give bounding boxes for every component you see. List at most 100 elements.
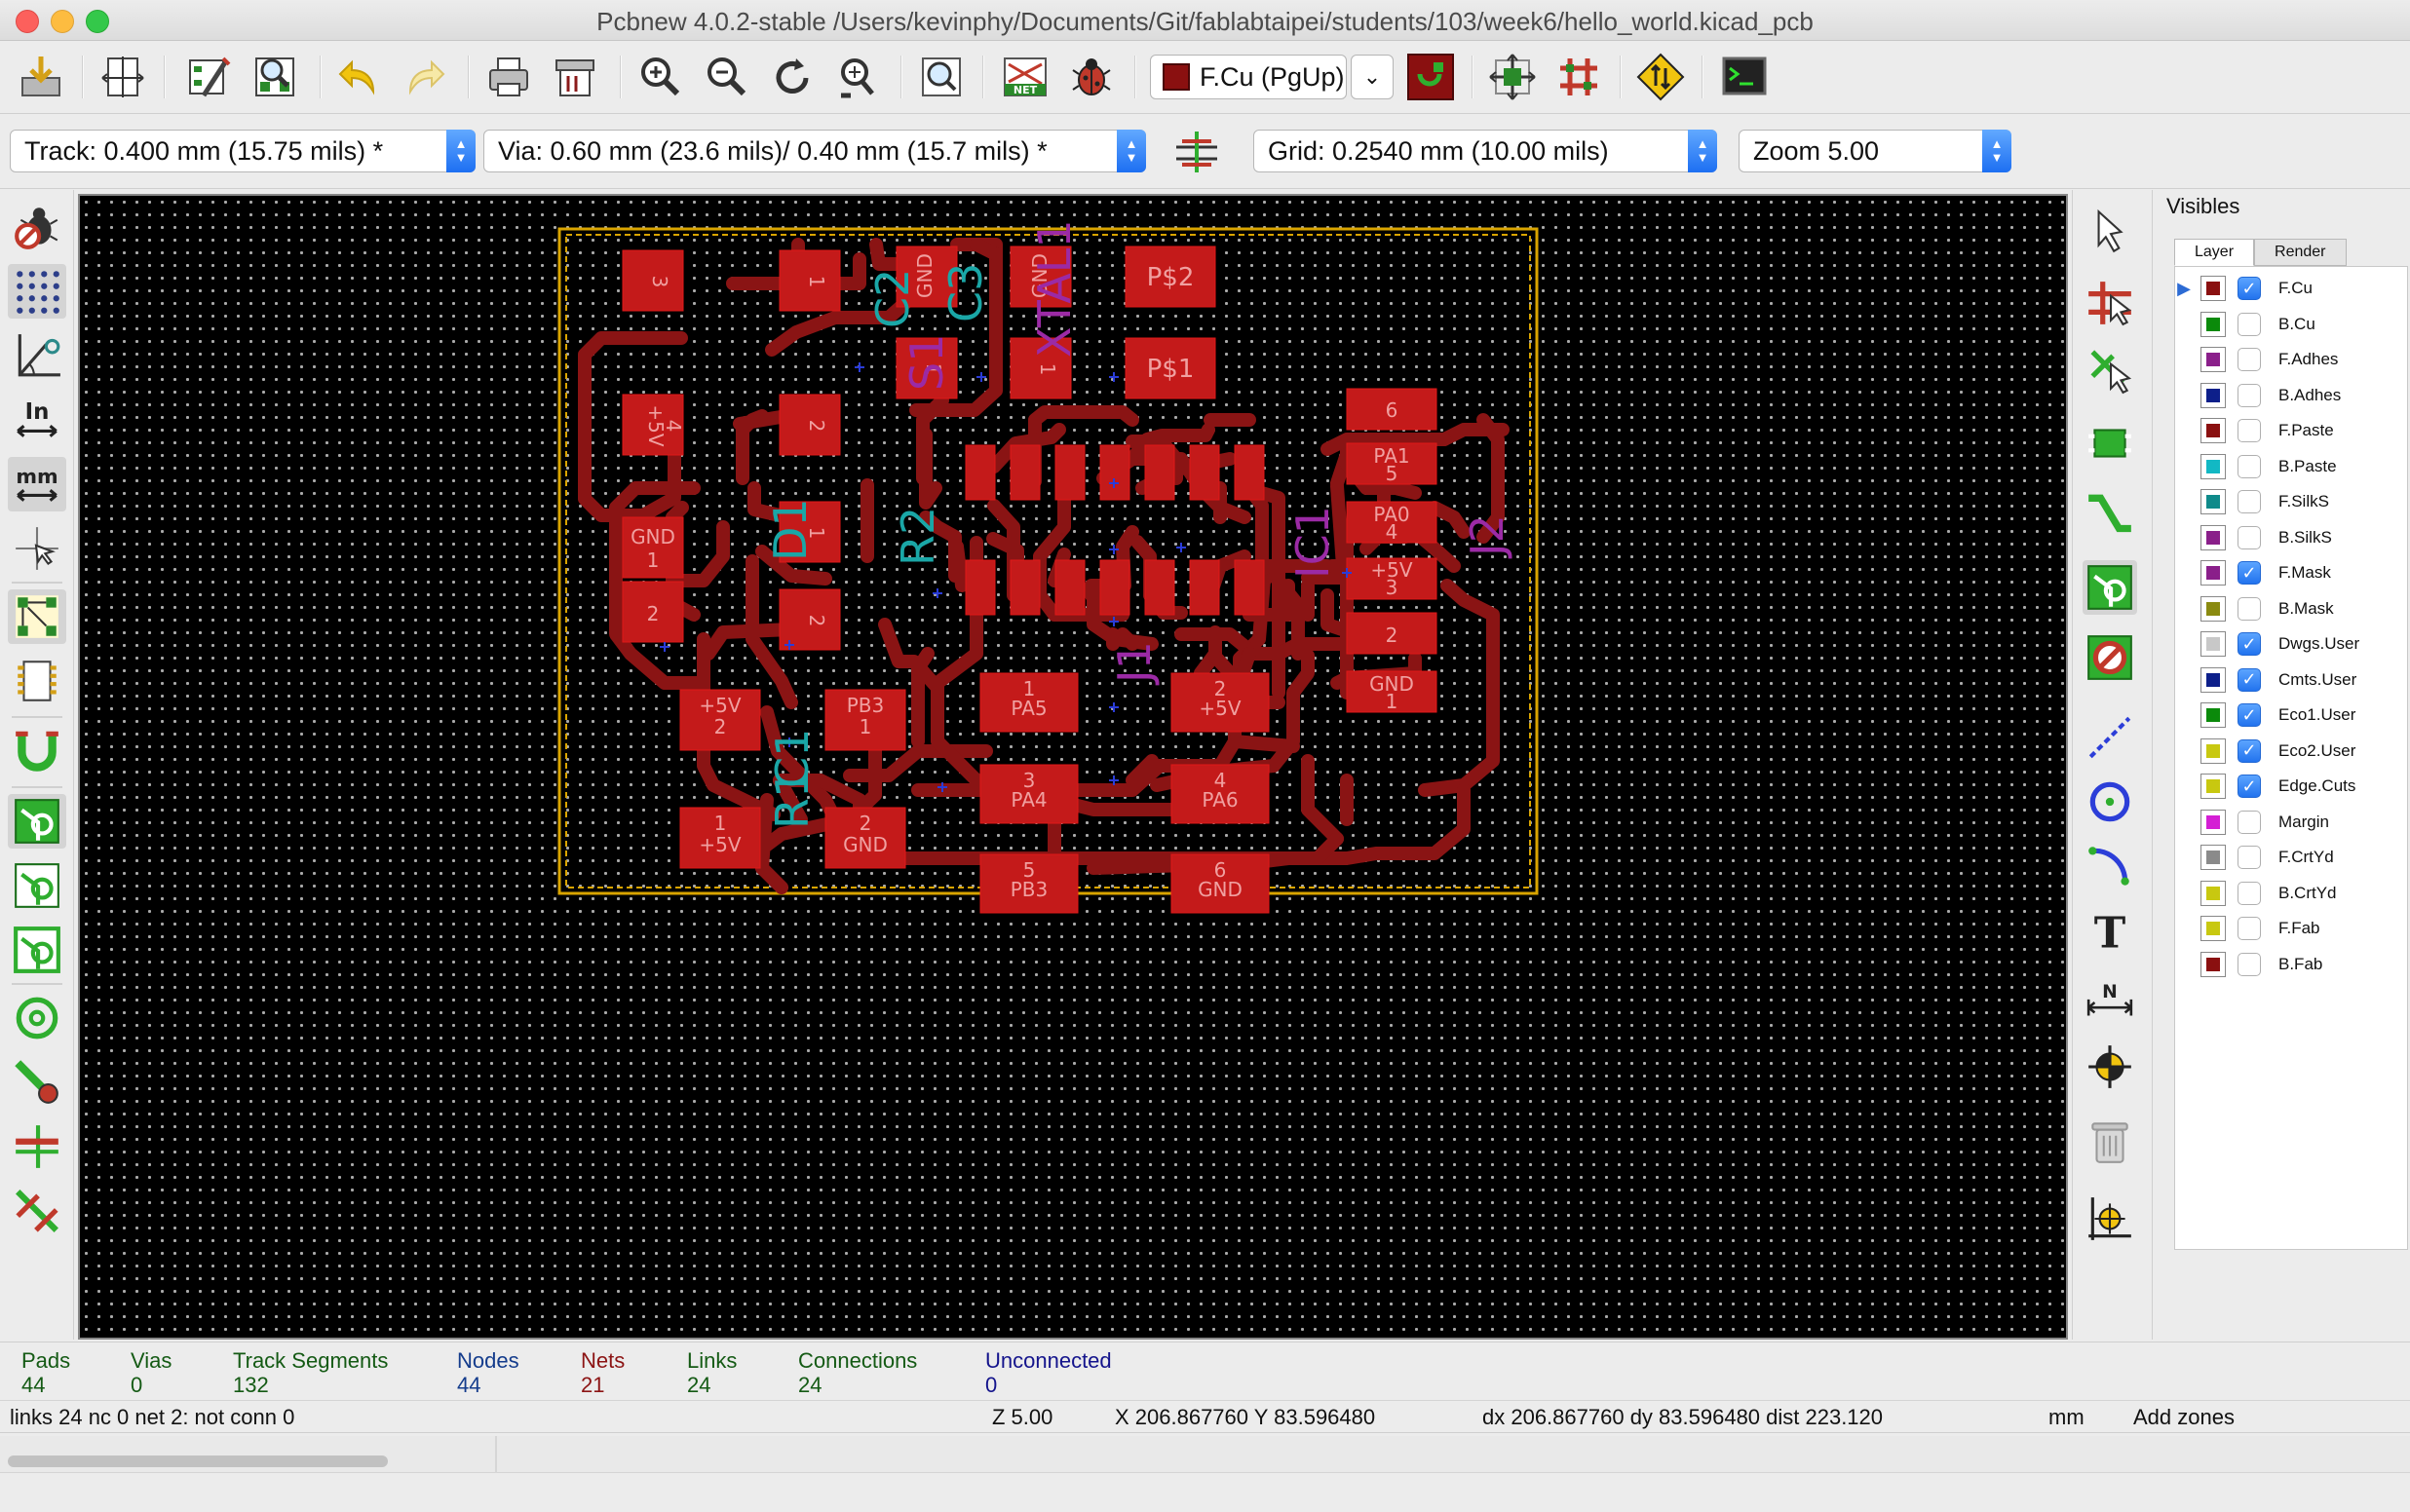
route-track-icon[interactable] — [2083, 488, 2137, 543]
layer-color-swatch[interactable] — [2200, 347, 2226, 372]
local-ratsnest-icon[interactable] — [2083, 344, 2137, 398]
layer-color-swatch[interactable] — [2200, 276, 2226, 301]
layer-visibility-checkbox[interactable] — [2238, 917, 2261, 940]
add-circle-icon[interactable] — [2083, 775, 2137, 829]
layer-visibility-checkbox[interactable] — [2238, 419, 2261, 442]
drc-off-icon[interactable] — [8, 200, 66, 254]
redo-icon[interactable] — [398, 50, 452, 104]
layer-visibility-checkbox[interactable]: ✓ — [2238, 667, 2261, 692]
layer-row[interactable]: ✓ Cmts.User — [2175, 662, 2409, 698]
via-size-select[interactable]: Via: 0.60 mm (23.6 mils)/ 0.40 mm (15.7 … — [483, 130, 1146, 172]
scrollbar-thumb[interactable] — [8, 1455, 388, 1467]
layer-visibility-checkbox[interactable] — [2238, 810, 2261, 834]
layer-color-swatch[interactable] — [2200, 809, 2226, 835]
grid-toggle-icon[interactable] — [8, 264, 66, 319]
layer-row[interactable]: F.Paste — [2175, 413, 2409, 448]
board-setup-icon[interactable] — [181, 50, 236, 104]
layer-row[interactable]: F.SilkS — [2175, 484, 2409, 519]
layer-row[interactable]: Margin — [2175, 805, 2409, 840]
microwave-icon[interactable] — [1485, 50, 1540, 104]
layer-visibility-checkbox[interactable] — [2238, 881, 2261, 905]
pcb-canvas[interactable]: 3 1 GND GND P$2 P$1 1 1 +5V 4 2 1 2 2 GN… — [78, 194, 2068, 1340]
show-zones-icon[interactable] — [8, 794, 66, 849]
ratsnest-icon[interactable] — [8, 589, 66, 644]
layer-color-swatch[interactable] — [2200, 595, 2226, 622]
layer-color-swatch[interactable] — [2200, 774, 2226, 799]
auto-track-width-icon[interactable] — [1169, 125, 1224, 179]
layer-alignment-target-icon[interactable] — [2083, 1040, 2137, 1094]
chevron-down-icon[interactable]: ⌄ — [1351, 55, 1394, 99]
layer-visibility-checkbox[interactable] — [2238, 490, 2261, 513]
library-browser-icon[interactable] — [248, 50, 302, 104]
polar-coords-icon[interactable] — [8, 328, 66, 383]
autoroute-icon[interactable] — [1633, 50, 1688, 104]
active-layer-select[interactable]: F.Cu (PgUp) — [1150, 55, 1347, 99]
add-dimension-icon[interactable]: N — [2083, 975, 2137, 1030]
zones-disabled-icon[interactable] — [8, 858, 66, 913]
netlist-icon[interactable]: NET — [998, 50, 1052, 104]
horizontal-scrollbar[interactable] — [0, 1436, 2410, 1473]
layer-color-swatch[interactable] — [2200, 951, 2226, 977]
mm-units-icon[interactable]: mm — [8, 457, 66, 511]
zones-outline-icon[interactable] — [8, 923, 66, 977]
redraw-icon[interactable] — [766, 50, 821, 104]
layer-color-swatch[interactable] — [2200, 453, 2226, 479]
layer-row[interactable]: B.Fab — [2175, 947, 2409, 982]
add-text-icon[interactable]: T — [2083, 903, 2137, 958]
layer-row[interactable]: ✓ Eco2.User — [2175, 734, 2409, 769]
layer-visibility-checkbox[interactable] — [2238, 596, 2261, 621]
layer-row[interactable]: ✓ Eco1.User — [2175, 698, 2409, 733]
drc-icon[interactable] — [1064, 50, 1119, 104]
save-board-icon[interactable] — [14, 50, 68, 104]
track-width-select[interactable]: Track: 0.400 mm (15.75 mils) * ▲ ▼ — [10, 130, 476, 172]
layer-row[interactable]: ▶ ✓ F.Cu — [2175, 271, 2409, 306]
layer-color-swatch[interactable] — [2200, 916, 2226, 941]
zoom-fit-icon[interactable] — [830, 50, 885, 104]
add-zone-icon[interactable] — [2083, 560, 2137, 615]
cursor-shape-icon[interactable] — [8, 521, 66, 576]
layer-color-swatch[interactable] — [2200, 418, 2226, 443]
tab-layer[interactable]: Layer — [2174, 239, 2255, 266]
layer-color-swatch[interactable] — [2200, 666, 2226, 693]
grid-size-select[interactable]: Grid: 0.2540 mm (10.00 mils) ▲ ▼ — [1253, 130, 1717, 172]
layer-visibility-checkbox[interactable]: ✓ — [2238, 703, 2261, 727]
layer-row[interactable]: B.SilkS — [2175, 520, 2409, 555]
layer-visibility-checkbox[interactable] — [2238, 348, 2261, 371]
layer-visibility-checkbox[interactable]: ✓ — [2238, 775, 2261, 798]
layer-visibility-checkbox[interactable] — [2238, 454, 2261, 478]
keepout-area-icon[interactable] — [2083, 630, 2137, 685]
layer-row[interactable]: F.CrtYd — [2175, 840, 2409, 875]
find-icon[interactable] — [914, 50, 969, 104]
layer-visibility-checkbox[interactable] — [2238, 525, 2261, 549]
layer-visibility-checkbox[interactable]: ✓ — [2238, 277, 2261, 300]
select-arrow-icon[interactable] — [2083, 204, 2137, 258]
vias-sketch-icon[interactable] — [8, 1055, 66, 1110]
layer-visibility-checkbox[interactable] — [2238, 952, 2261, 976]
layer-visibility-checkbox[interactable] — [2238, 846, 2261, 869]
print-icon[interactable] — [481, 50, 536, 104]
scripting-console-icon[interactable] — [1717, 50, 1772, 104]
add-footprint-icon[interactable] — [2083, 416, 2137, 471]
layer-row[interactable]: ✓ F.Mask — [2175, 555, 2409, 590]
layer-color-swatch[interactable] — [2200, 489, 2226, 514]
layer-row[interactable]: B.Paste — [2175, 449, 2409, 484]
auto-delete-track-icon[interactable] — [8, 724, 66, 778]
page-settings-icon[interactable] — [96, 50, 150, 104]
pads-sketch-icon[interactable] — [8, 991, 66, 1045]
layer-visibility-checkbox[interactable]: ✓ — [2238, 632, 2261, 656]
add-arc-icon[interactable] — [2083, 839, 2137, 893]
layer-row[interactable]: B.CrtYd — [2175, 876, 2409, 911]
layer-color-swatch[interactable] — [2200, 702, 2226, 728]
highlight-net-icon[interactable] — [2083, 276, 2137, 330]
layer-color-swatch[interactable] — [2200, 845, 2226, 870]
layer-row[interactable]: B.Cu — [2175, 307, 2409, 342]
tracks-sketch-icon[interactable] — [8, 1119, 66, 1174]
undo-icon[interactable] — [331, 50, 386, 104]
pcb-layout[interactable]: 3 1 GND GND P$2 P$1 1 1 +5V 4 2 1 2 2 GN… — [80, 196, 2066, 1338]
zoom-out-icon[interactable] — [700, 50, 754, 104]
layer-row[interactable]: B.Adhes — [2175, 378, 2409, 413]
layer-row[interactable]: ✓ Edge.Cuts — [2175, 769, 2409, 804]
layer-color-swatch[interactable] — [2200, 560, 2226, 586]
delete-trash-icon[interactable] — [2083, 1114, 2137, 1168]
grid-origin-icon[interactable] — [2083, 1191, 2137, 1246]
